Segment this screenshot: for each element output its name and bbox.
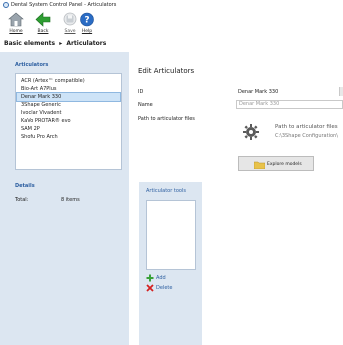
delete-label: Delete <box>156 285 173 291</box>
id-label: ID <box>138 89 144 95</box>
delete-icon <box>146 284 154 292</box>
name-field[interactable]: Denar Mark 330 <box>236 100 343 109</box>
list-item[interactable]: Bio-Art A7Plus <box>17 85 120 93</box>
details-total-value: 8 items <box>61 197 80 203</box>
articulators-section-title: Articulators <box>15 62 49 68</box>
id-field-edge <box>339 87 343 96</box>
path-label: Path to articulator files <box>138 116 195 122</box>
details-section-title: Details <box>15 183 35 189</box>
app-icon <box>3 2 9 8</box>
breadcrumb-separator: ▸ <box>59 40 63 47</box>
articulator-tools-title: Articulator tools <box>146 188 186 194</box>
list-item[interactable]: 3Shape Generic <box>17 101 120 109</box>
list-item-selected[interactable]: Denar Mark 330 <box>16 92 121 102</box>
delete-button[interactable]: Delete <box>146 284 176 292</box>
name-label: Name <box>138 102 153 108</box>
edit-title: Edit Articulators <box>138 67 195 75</box>
path-title: Path to articulator files <box>275 124 338 130</box>
home-label: Home <box>9 29 23 34</box>
details-total-label: Total: <box>15 197 29 203</box>
help-label: Help <box>81 29 93 34</box>
back-button[interactable]: Back <box>31 12 55 36</box>
explore-models-button[interactable]: Explore models <box>238 156 314 171</box>
id-value: Denar Mark 330 <box>238 89 279 95</box>
list-item[interactable]: ACR (Artex™ compatible) <box>17 77 120 85</box>
svg-text:?: ? <box>84 16 89 26</box>
home-icon <box>8 12 24 27</box>
list-item[interactable]: Ivoclar Vivadent <box>17 109 120 117</box>
back-arrow-icon <box>35 12 51 27</box>
window-title: Dental System Control Panel - Articulato… <box>11 2 117 8</box>
toolbar: Home Back Save ? Help <box>0 10 343 38</box>
list-item[interactable]: SAM 2P <box>17 125 120 133</box>
path-value: C:\3Shape Configuration\ <box>275 133 338 139</box>
list-item[interactable]: Shofu Pro Arch <box>17 133 120 141</box>
back-label: Back <box>37 29 49 34</box>
folder-icon <box>254 161 265 169</box>
help-icon: ? <box>80 12 94 27</box>
breadcrumb: Basic elements ▸ Articulators <box>4 40 106 48</box>
articulators-list[interactable]: ACR (Artex™ compatible) Bio-Art A7Plus D… <box>15 73 122 170</box>
breadcrumb-parent[interactable]: Basic elements <box>4 40 55 47</box>
gear-icon <box>243 124 259 140</box>
home-button[interactable]: Home <box>4 12 28 36</box>
add-button[interactable]: Add <box>146 274 176 282</box>
list-item[interactable]: KaVo PROTAR® evo <box>17 117 120 125</box>
breadcrumb-current: Articulators <box>66 40 107 47</box>
title-bar: Dental System Control Panel - Articulato… <box>0 0 343 10</box>
articulator-tools-list[interactable] <box>146 200 196 270</box>
explore-models-label: Explore models <box>267 162 302 167</box>
add-label: Add <box>156 275 166 281</box>
add-icon <box>146 274 154 282</box>
help-button[interactable]: ? Help <box>75 12 99 36</box>
